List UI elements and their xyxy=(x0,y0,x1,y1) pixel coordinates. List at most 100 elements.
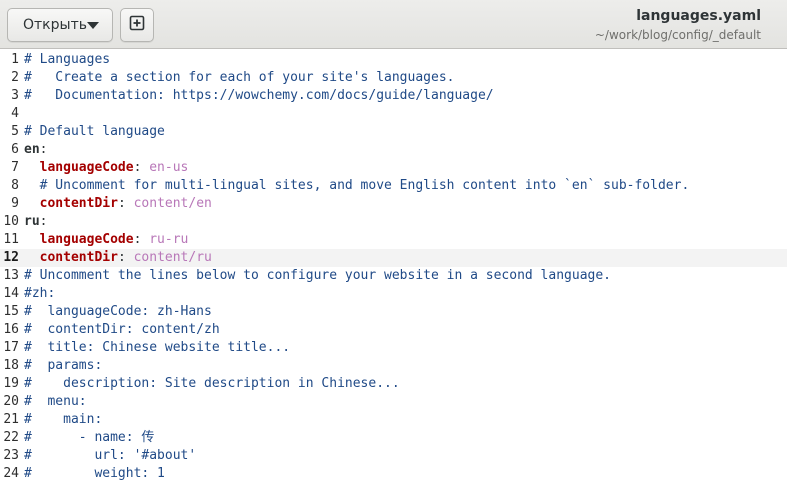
code-line[interactable]: 22 # - name: 传 xyxy=(0,429,787,447)
code-token-value: content/ru xyxy=(133,250,212,265)
code-token-comment: # url: '#about' xyxy=(24,448,197,463)
code-editor[interactable]: 1 # Languages 2 # Create a section for each… xyxy=(0,49,787,486)
code-token-comment: #zh: xyxy=(24,286,56,301)
code-token-top: ru xyxy=(24,214,40,229)
line-number: 19 xyxy=(3,376,19,391)
code-text: # - name: 传 xyxy=(24,429,154,447)
window-title: languages.yaml xyxy=(636,8,761,24)
code-text: ru: xyxy=(24,213,47,231)
open-button[interactable]: Открыть xyxy=(7,8,113,42)
code-token-comment: # Languages xyxy=(24,52,111,67)
code-line[interactable]: 7 languageCode: en-us xyxy=(0,159,787,177)
line-number: 6 xyxy=(11,142,19,157)
code-text: contentDir: content/en xyxy=(24,195,212,213)
code-text: # description: Site description in Chine… xyxy=(24,375,400,393)
code-line[interactable]: 2 # Create a section for each of your sit… xyxy=(0,69,787,87)
code-token-punct xyxy=(24,160,40,175)
line-number: 12 xyxy=(3,250,19,265)
code-token-comment: # Uncomment the lines below to configure… xyxy=(24,268,611,283)
code-line[interactable]: 14 #zh: xyxy=(0,285,787,303)
code-line[interactable]: 1 # Languages xyxy=(0,51,787,69)
line-number: 7 xyxy=(11,160,19,175)
code-line[interactable]: 3 # Documentation: https://wowchemy.com/d… xyxy=(0,87,787,105)
code-token-comment: # - name: 传 xyxy=(24,430,155,445)
code-text: # Create a section for each of your site… xyxy=(24,69,454,87)
line-number: 16 xyxy=(3,322,19,337)
window-title-area: languages.yaml ~/work/blog/config/_defau… xyxy=(595,7,761,44)
line-number: 9 xyxy=(11,196,19,211)
code-line[interactable]: 11 languageCode: ru-ru xyxy=(0,231,787,249)
code-token-punct: : xyxy=(39,142,48,157)
code-token-value: content/en xyxy=(133,196,212,211)
code-line[interactable]: 15 # languageCode: zh-Hans xyxy=(0,303,787,321)
code-text: # main: xyxy=(24,411,102,429)
code-token-value: en-us xyxy=(149,160,189,175)
line-number: 22 xyxy=(3,430,19,445)
code-token-punct: : xyxy=(39,214,48,229)
code-token-comment: # Default language xyxy=(24,124,165,139)
code-text: en: xyxy=(24,141,47,159)
editor-window: Открыть languages.yaml ~/work/blog/confi… xyxy=(0,0,787,486)
code-token-comment: # weight: 1 xyxy=(24,466,165,481)
code-line[interactable]: 17 # title: Chinese website title... xyxy=(0,339,787,357)
code-token-comment: # title: Chinese website title... xyxy=(24,340,291,355)
code-line[interactable]: 12 contentDir: content/ru xyxy=(0,249,787,267)
code-text: # Uncomment the lines below to configure… xyxy=(24,267,611,285)
code-line[interactable]: 19 # description: Site description in Chi… xyxy=(0,375,787,393)
code-token-punct: : xyxy=(117,250,134,265)
code-line[interactable]: 24 # weight: 1 xyxy=(0,465,787,483)
line-number: 23 xyxy=(3,448,19,463)
code-token-key: languageCode xyxy=(39,160,134,175)
line-number: 5 xyxy=(11,124,19,139)
code-line[interactable]: 21 # main: xyxy=(0,411,787,429)
code-line[interactable]: 9 contentDir: content/en xyxy=(0,195,787,213)
code-text: # params: xyxy=(24,357,102,375)
line-number: 4 xyxy=(11,106,19,121)
code-line[interactable]: 10 ru: xyxy=(0,213,787,231)
window-subtitle: ~/work/blog/config/_default xyxy=(594,28,761,42)
code-token-key: languageCode xyxy=(39,232,134,247)
code-token-comment: # contentDir: content/zh xyxy=(24,322,220,337)
line-number: 13 xyxy=(3,268,19,283)
code-line[interactable]: 4 xyxy=(0,105,787,123)
line-number: 20 xyxy=(3,394,19,409)
line-number: 2 xyxy=(11,70,19,85)
code-token-punct xyxy=(24,196,40,211)
code-token-comment: # params: xyxy=(24,358,103,373)
code-token-value: ru-ru xyxy=(149,232,189,247)
line-number: 8 xyxy=(11,178,19,193)
code-token-punct: : xyxy=(133,160,150,175)
code-text: # url: '#about' xyxy=(24,447,196,465)
code-token-comment: # Documentation: https://wowchemy.com/do… xyxy=(24,88,494,103)
code-text: # weight: 1 xyxy=(24,465,165,483)
code-token-punct: : xyxy=(117,196,134,211)
code-text: # menu: xyxy=(24,393,87,411)
code-text: #zh: xyxy=(24,285,55,303)
code-line[interactable]: 8 # Uncomment for multi-lingual sites, a… xyxy=(0,177,787,195)
code-text: # Uncomment for multi-lingual sites, and… xyxy=(24,177,690,195)
code-text: # title: Chinese website title... xyxy=(24,339,290,357)
code-text: languageCode: ru-ru xyxy=(24,231,189,249)
code-token-comment: # main: xyxy=(24,412,103,427)
code-token-punct xyxy=(24,178,40,193)
chevron-down-icon xyxy=(87,22,99,29)
line-number: 24 xyxy=(3,466,19,481)
code-token-key: contentDir xyxy=(39,250,118,265)
code-text: # contentDir: content/zh xyxy=(24,321,220,339)
code-line[interactable]: 16 # contentDir: content/zh xyxy=(0,321,787,339)
code-line[interactable]: 13 # Uncomment the lines below to configu… xyxy=(0,267,787,285)
code-text: # Default language xyxy=(24,123,165,141)
code-token-top: en xyxy=(24,142,40,157)
new-tab-button[interactable] xyxy=(120,8,154,42)
code-token-comment: # Uncomment for multi-lingual sites, and… xyxy=(39,178,690,193)
line-number: 3 xyxy=(11,88,19,103)
code-line[interactable]: 5 # Default language xyxy=(0,123,787,141)
new-tab-icon xyxy=(129,15,145,35)
code-line[interactable]: 20 # menu: xyxy=(0,393,787,411)
code-line[interactable]: 6 en: xyxy=(0,141,787,159)
code-text: contentDir: content/ru xyxy=(24,249,212,267)
code-token-punct: : xyxy=(133,232,150,247)
line-number: 14 xyxy=(3,286,19,301)
code-line[interactable]: 18 # params: xyxy=(0,357,787,375)
code-line[interactable]: 23 # url: '#about' xyxy=(0,447,787,465)
